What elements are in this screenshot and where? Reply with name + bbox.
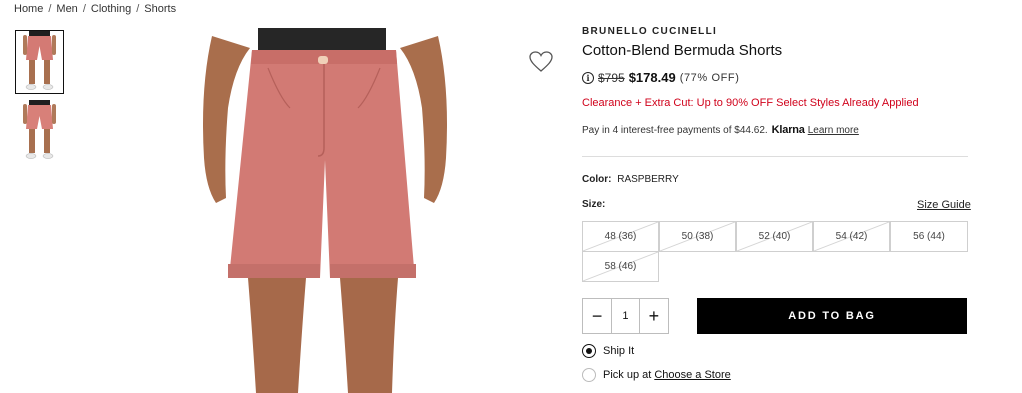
wishlist-heart-icon[interactable] bbox=[529, 51, 553, 73]
klarna-logo: Klarna bbox=[771, 124, 805, 136]
price-row: i $795 $178.49 (77% OFF) bbox=[582, 70, 740, 85]
discount-percent: (77% OFF) bbox=[679, 71, 740, 84]
sale-price: $178.49 bbox=[628, 70, 676, 85]
product-brand[interactable]: BRUNELLO CUCINELLI bbox=[582, 26, 717, 37]
size-option-58[interactable]: 58 (46) bbox=[582, 251, 659, 282]
breadcrumb-men[interactable]: Men bbox=[56, 3, 77, 15]
product-photo bbox=[203, 28, 447, 393]
size-option-label: 52 (40) bbox=[758, 231, 791, 242]
breadcrumb-clothing[interactable]: Clothing bbox=[91, 3, 131, 15]
breadcrumb: Home / Men / Clothing / Shorts bbox=[14, 3, 176, 15]
size-option-52[interactable]: 52 (40) bbox=[736, 221, 813, 252]
size-option-54[interactable]: 54 (42) bbox=[813, 221, 890, 252]
original-price: $795 bbox=[598, 70, 625, 85]
product-title: Cotton-Blend Bermuda Shorts bbox=[582, 42, 783, 59]
color-value: RASPBERRY bbox=[617, 174, 679, 185]
pickup-radio[interactable] bbox=[582, 368, 596, 382]
promo-message: Clearance + Extra Cut: Up to 90% OFF Sel… bbox=[582, 97, 919, 109]
quantity-stepper: − 1 + bbox=[582, 298, 669, 334]
breadcrumb-separator: / bbox=[136, 3, 140, 15]
klarna-text: Pay in 4 interest-free payments of $44.6… bbox=[582, 125, 768, 136]
breadcrumb-shorts[interactable]: Shorts bbox=[144, 3, 176, 15]
size-option-label: 48 (36) bbox=[604, 231, 637, 242]
size-option-label: 58 (46) bbox=[604, 261, 637, 272]
klarna-learn-more-link[interactable]: Learn more bbox=[808, 125, 859, 136]
thumbnail-front[interactable] bbox=[15, 30, 64, 94]
size-label: Size: bbox=[582, 199, 606, 210]
thumbnail-front-image bbox=[23, 31, 56, 90]
ship-it-option[interactable]: Ship It bbox=[582, 344, 634, 358]
quantity-decrease-button[interactable]: − bbox=[583, 299, 611, 333]
breadcrumb-separator: / bbox=[82, 3, 86, 15]
size-option-label: 50 (38) bbox=[681, 231, 714, 242]
pickup-label: Pick up at bbox=[603, 369, 652, 381]
ship-it-label: Ship It bbox=[603, 345, 635, 357]
size-guide-link[interactable]: Size Guide bbox=[917, 199, 971, 211]
divider bbox=[582, 156, 968, 157]
breadcrumb-home[interactable]: Home bbox=[14, 3, 43, 15]
pickup-option[interactable]: Pick up at Choose a Store bbox=[582, 368, 731, 382]
add-to-bag-button[interactable]: ADD TO BAG bbox=[697, 298, 967, 334]
size-option-label: 56 (44) bbox=[913, 231, 945, 242]
breadcrumb-separator: / bbox=[48, 3, 52, 15]
color-label: Color: bbox=[582, 174, 612, 185]
quantity-increase-button[interactable]: + bbox=[640, 299, 668, 333]
thumbnail-back-image bbox=[23, 100, 56, 159]
color-selection: Color: RASPBERRY bbox=[582, 174, 679, 185]
quantity-value[interactable]: 1 bbox=[611, 299, 640, 333]
size-option-56[interactable]: 56 (44) bbox=[890, 221, 968, 252]
size-option-label: 54 (42) bbox=[835, 231, 868, 242]
thumbnail-back[interactable] bbox=[15, 99, 64, 163]
info-icon[interactable]: i bbox=[582, 71, 594, 84]
product-main-image[interactable] bbox=[190, 28, 460, 393]
size-option-50[interactable]: 50 (38) bbox=[659, 221, 736, 252]
ship-it-radio[interactable] bbox=[582, 344, 596, 358]
size-option-48[interactable]: 48 (36) bbox=[582, 221, 659, 252]
klarna-installments: Pay in 4 interest-free payments of $44.6… bbox=[582, 124, 859, 136]
choose-store-link[interactable]: Choose a Store bbox=[654, 369, 730, 381]
